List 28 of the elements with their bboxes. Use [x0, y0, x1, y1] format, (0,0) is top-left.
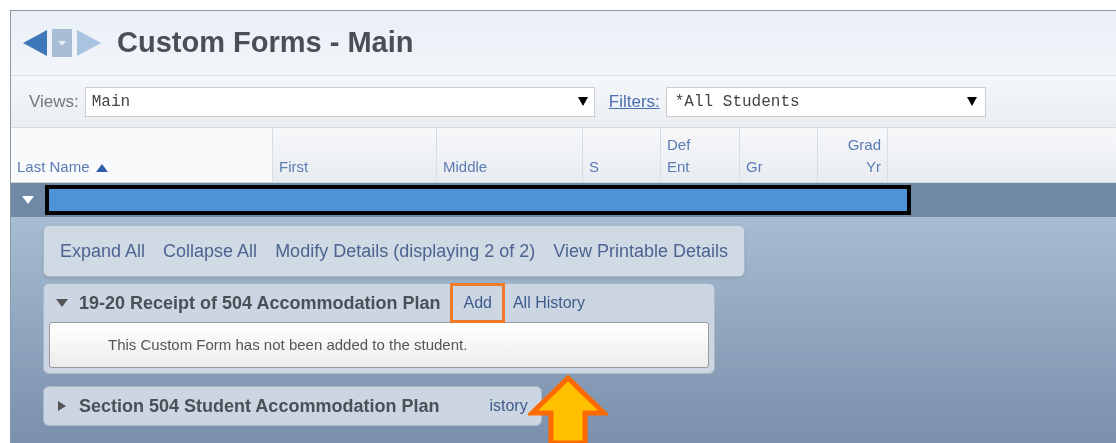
details-link[interactable]: View Printable Details — [553, 237, 728, 265]
section-toggle-icon[interactable] — [55, 297, 69, 309]
details-link[interactable]: Collapse All — [163, 237, 258, 265]
section-action-button[interactable]: istory — [449, 386, 536, 426]
column-header[interactable]: First — [273, 128, 437, 182]
views-dropdown[interactable]: Main — [84, 86, 595, 117]
back-icon[interactable] — [21, 28, 49, 58]
column-header[interactable]: Last Name — [11, 128, 273, 182]
sort-ascending-icon — [95, 164, 108, 172]
details-link[interactable]: Modify Details (displaying 2 of 2) — [275, 237, 536, 265]
column-header[interactable]: Gr — [740, 128, 818, 182]
student-row-bar[interactable] — [45, 185, 911, 215]
section-action-button[interactable]: Add — [450, 283, 505, 323]
dropdown-arrow-icon[interactable] — [966, 97, 977, 106]
filters-dropdown[interactable]: *All Students — [665, 86, 986, 117]
section-message: This Custom Form has not been added to the student. — [49, 322, 709, 368]
dropdown-arrow-icon[interactable] — [577, 97, 588, 106]
column-header[interactable]: Def Ent — [661, 128, 740, 182]
column-header[interactable]: Middle — [437, 128, 583, 182]
details-link[interactable]: Expand All — [60, 237, 146, 265]
filters-link[interactable]: Filters: — [608, 88, 660, 115]
section-title[interactable]: Section 504 Student Accommodation Plan — [79, 392, 440, 420]
page-title: Custom Forms - Main — [117, 25, 414, 61]
views-label: Views: — [29, 90, 79, 113]
column-header[interactable]: S — [583, 128, 661, 182]
section-action-button[interactable]: All History — [504, 283, 593, 323]
section-title[interactable]: 19-20 Receipt of 504 Accommodation Plan — [79, 289, 441, 317]
column-header[interactable]: Grad Yr — [818, 128, 888, 182]
